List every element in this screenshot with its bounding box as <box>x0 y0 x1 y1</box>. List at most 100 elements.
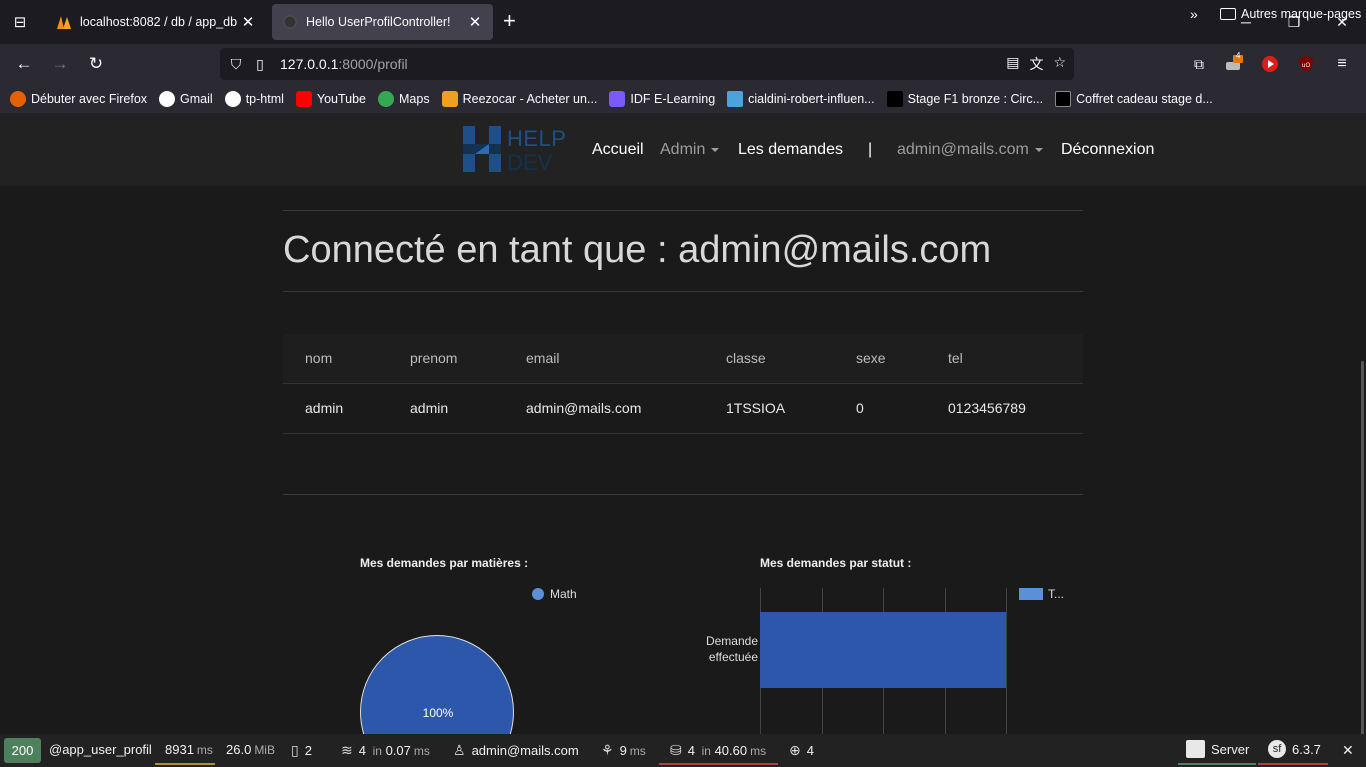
database-panel[interactable]: ⛁ 4 in 40.60 ms <box>670 742 766 759</box>
column-header-classe: classe <box>726 350 766 366</box>
close-tab-icon[interactable]: ✕ <box>467 13 483 31</box>
divider <box>283 494 1083 495</box>
cell-tel: 0123456789 <box>948 400 1026 416</box>
helpdev-logo[interactable]: HELP DEV <box>463 126 566 175</box>
tab-active[interactable]: Hello UserProfilController! ✕ <box>272 4 493 40</box>
pie-chart-title: Mes demandes par matières : <box>360 556 529 570</box>
reader-view-icon[interactable]: ▤ <box>1006 54 1019 74</box>
twig-panel[interactable]: ⚘ 9 ms <box>601 742 646 759</box>
loading-favicon-icon <box>282 14 298 30</box>
maps-pin-icon <box>378 90 395 107</box>
tab-phpmyadmin[interactable]: localhost:8082 / db / app_db / c ✕ <box>46 4 266 40</box>
tab-title: localhost:8082 / db / app_db / c <box>80 15 240 29</box>
bar-legend-item[interactable]: T... <box>1019 587 1064 601</box>
phpmyadmin-favicon-icon <box>56 14 72 30</box>
bookmark-star-icon[interactable]: ☆ <box>1053 54 1066 74</box>
page-title: Connecté en tant que : admin@mails.com <box>283 229 992 271</box>
symfony-version-panel[interactable]: sf 6.3.7 <box>1268 739 1321 758</box>
page-scrollbar[interactable] <box>1361 361 1364 734</box>
url-text[interactable]: 127.0.0.1:8000/profil <box>280 56 408 72</box>
page-icon[interactable]: ▯ <box>248 56 272 73</box>
pie-legend-item[interactable]: Math <box>532 587 577 601</box>
back-icon[interactable]: ← <box>12 52 36 76</box>
request-time[interactable]: 8931 ms <box>165 742 213 757</box>
extension-badge-icon[interactable]: 4 <box>1222 51 1246 76</box>
gridline <box>1006 588 1007 734</box>
bar-demande-effectuee[interactable] <box>760 612 1006 688</box>
nav-separator: | <box>868 141 873 158</box>
bookmark-maps[interactable]: Maps <box>378 90 430 107</box>
close-tab-icon[interactable]: ✕ <box>240 13 256 31</box>
nav-admin-dropdown[interactable]: Admin <box>660 141 720 159</box>
youtube-extension-icon[interactable] <box>1258 52 1282 76</box>
bookmark-tp-html[interactable]: tp-html <box>224 90 284 107</box>
ublock-icon[interactable]: uO <box>1294 52 1318 76</box>
folder-icon <box>1220 8 1236 20</box>
new-tab-icon[interactable]: + <box>503 10 516 32</box>
site-navbar: HELP DEV Accueil Admin Les demandes | ad… <box>0 113 1366 186</box>
bookmark-stage-f1[interactable]: Stage F1 bronze : Circ... <box>886 90 1043 107</box>
chevron-down-icon <box>1034 147 1043 152</box>
column-header-email: email <box>526 350 560 366</box>
symfony-debug-toolbar: 200 @app_user_profil 8931 ms 26.0 MiB ▯ 2 ≋… <box>0 734 1366 767</box>
status-badge[interactable]: 200 <box>4 738 41 763</box>
url-bar[interactable]: ⛉ ▯ 127.0.0.1:8000/profil ▤ 文 ☆ <box>220 48 1074 80</box>
bookmark-coffret[interactable]: Coffret cadeau stage d... <box>1055 90 1213 107</box>
other-bookmarks-folder[interactable]: Autres marque-pages <box>1220 7 1361 21</box>
f1-icon <box>886 90 903 107</box>
nav-les-demandes[interactable]: Les demandes <box>738 141 843 159</box>
events-panel[interactable]: ⊕ 4 <box>789 742 814 759</box>
bookmark-idf-elearning[interactable]: IDF E-Learning <box>609 90 715 107</box>
cache-panel[interactable]: ≋ 4 in 0.07 ms <box>341 742 430 759</box>
bar-plot-area <box>760 588 1010 734</box>
bookmark-cialdini[interactable]: cialdini-robert-influen... <box>727 90 875 107</box>
nav-accueil[interactable]: Accueil <box>592 141 644 159</box>
security-panel[interactable]: ♙ admin@mails.com <box>453 742 579 759</box>
youtube-icon <box>295 90 312 107</box>
bookmark-gmail[interactable]: Gmail <box>159 90 213 107</box>
pie-data-label: 100% <box>422 706 454 720</box>
close-toolbar-icon[interactable]: ✕ <box>1342 742 1354 759</box>
column-header-tel: tel <box>948 350 963 366</box>
profile-table: nom prenom email classe sexe tel admin a… <box>283 334 1083 434</box>
google-icon <box>159 90 176 107</box>
logo-text-bottom: DEV <box>507 150 553 175</box>
menu-icon[interactable]: ≡ <box>1330 52 1354 76</box>
page-content: HELP DEV Accueil Admin Les demandes | ad… <box>0 113 1366 734</box>
table-header: nom prenom email classe sexe tel <box>283 334 1083 384</box>
server-panel[interactable]: Server <box>1186 739 1249 758</box>
bookmark-firefox[interactable]: Débuter avec Firefox <box>10 90 147 107</box>
navigation-toolbar: ← → ↻ ⛉ ▯ 127.0.0.1:8000/profil ▤ 文 ☆ ⧉ … <box>0 44 1366 84</box>
car-icon <box>441 90 458 107</box>
bookmarks-toolbar: Débuter avec Firefox Gmail tp-html YouTu… <box>0 84 1366 113</box>
pie-slice-math[interactable]: 100% <box>360 635 514 734</box>
bookmark-reezocar[interactable]: Reezocar - Acheter un... <box>441 90 597 107</box>
bookmark-youtube[interactable]: YouTube <box>295 90 366 107</box>
bar-chart-title: Mes demandes par statut : <box>760 556 912 570</box>
cell-email: admin@mails.com <box>526 400 642 416</box>
time-indicator <box>155 763 215 765</box>
database-icon: ⛁ <box>670 742 682 758</box>
translate-icon[interactable]: 文 <box>1029 54 1043 74</box>
github-icon <box>224 90 241 107</box>
coffret-icon <box>1055 90 1072 107</box>
route-name[interactable]: @app_user_profil <box>49 742 152 757</box>
bar-category-label: Demande effectuée <box>705 634 758 664</box>
legend-swatch <box>1019 588 1043 600</box>
forward-icon[interactable]: → <box>48 52 72 76</box>
tab-title: Hello UserProfilController! <box>306 15 451 29</box>
memory-usage[interactable]: 26.0 MiB <box>226 742 275 757</box>
nav-user-dropdown[interactable]: admin@mails.com <box>897 141 1043 159</box>
more-bookmarks-icon[interactable]: » <box>1190 6 1198 22</box>
version-indicator <box>1258 763 1328 765</box>
reload-icon[interactable]: ↻ <box>84 52 108 76</box>
forms-panel[interactable]: ▯ 2 <box>291 742 312 759</box>
divider <box>283 291 1083 292</box>
nav-deconnexion[interactable]: Déconnexion <box>1061 141 1154 159</box>
shield-icon[interactable]: ⛉ <box>224 56 248 73</box>
extensions-icon[interactable]: ⧉ <box>1187 52 1211 76</box>
tab-list-icon[interactable]: ⊟ <box>0 0 40 44</box>
user-icon: ♙ <box>453 742 466 758</box>
divider <box>283 210 1083 211</box>
svg-text:uO: uO <box>1302 62 1311 69</box>
